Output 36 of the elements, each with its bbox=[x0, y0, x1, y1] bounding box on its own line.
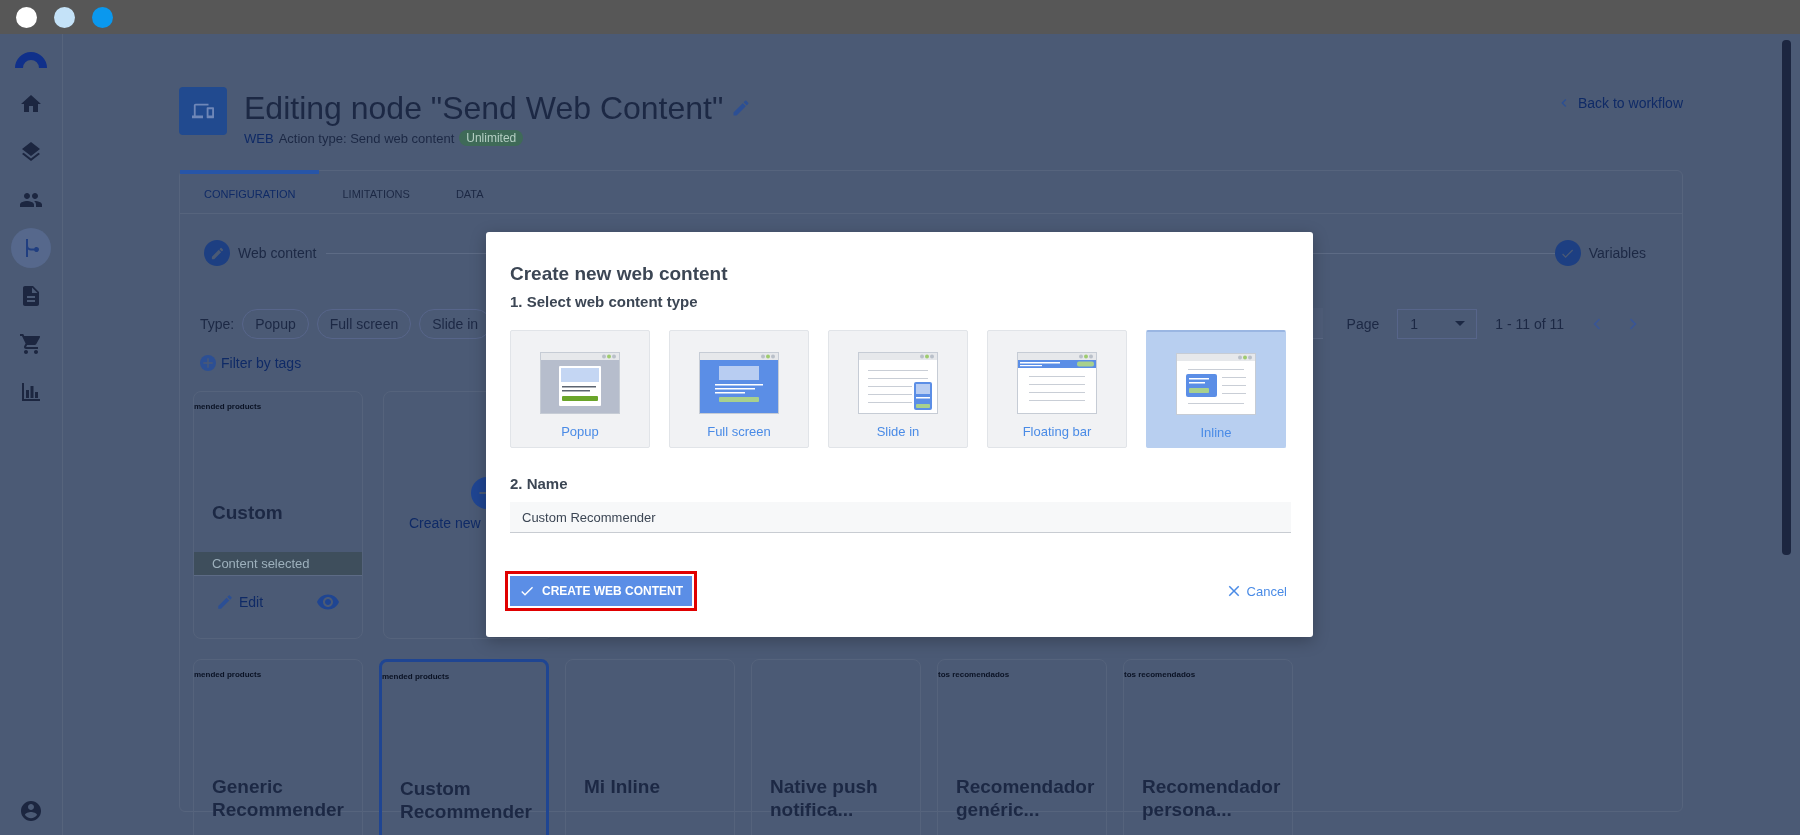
create-web-content-button[interactable]: CREATE WEB CONTENT bbox=[510, 576, 693, 606]
selected-status: Content selected bbox=[194, 552, 362, 576]
preview-text: mended products bbox=[194, 401, 263, 413]
avatar-icon[interactable] bbox=[19, 799, 43, 823]
scrollbar[interactable] bbox=[1782, 40, 1791, 555]
plus-circle-icon[interactable] bbox=[200, 355, 216, 371]
content-type-option[interactable]: Full screen bbox=[669, 330, 809, 448]
filter-by-tags-link[interactable]: Filter by tags bbox=[221, 355, 302, 371]
preview-text: mended products bbox=[194, 669, 263, 681]
channel-label: WEB bbox=[244, 130, 274, 146]
content-type-option[interactable]: Slide in bbox=[828, 330, 968, 448]
window-control-dot[interactable] bbox=[16, 6, 37, 28]
step-heading: 1. Select web content type bbox=[510, 292, 699, 312]
tab[interactable]: CONFIGURATION bbox=[180, 170, 320, 213]
status-badge: Unlimited bbox=[459, 130, 524, 146]
sidebar-item[interactable] bbox=[11, 228, 51, 268]
name-input-field[interactable]: Custom Recommender bbox=[510, 502, 1291, 533]
preview-text: mended products bbox=[382, 671, 451, 683]
logo-icon[interactable] bbox=[15, 50, 47, 68]
dialog-title: Create new web content bbox=[510, 262, 729, 286]
content-type-option[interactable]: Popup bbox=[510, 330, 650, 448]
pencil-icon bbox=[209, 245, 225, 261]
content-type-option[interactable]: Floating bar bbox=[987, 330, 1127, 448]
back-link[interactable]: Back to workflow bbox=[1555, 95, 1683, 111]
cancel-button[interactable]: Cancel bbox=[1224, 582, 1287, 600]
window-control-dot[interactable] bbox=[92, 6, 113, 28]
bar-chart-icon bbox=[19, 380, 43, 404]
cart-icon bbox=[19, 332, 43, 356]
content-type-option[interactable]: Inline bbox=[1146, 330, 1286, 448]
caret-icon bbox=[1455, 321, 1466, 326]
window-control-dot[interactable] bbox=[54, 6, 75, 28]
preview-text: tos recomendados bbox=[938, 669, 1011, 681]
pencil-icon bbox=[216, 593, 234, 611]
edit-link[interactable]: Edit bbox=[216, 593, 264, 611]
create-label: Create new bbox=[409, 515, 481, 531]
preview-text: tos recomendados bbox=[1124, 669, 1197, 681]
